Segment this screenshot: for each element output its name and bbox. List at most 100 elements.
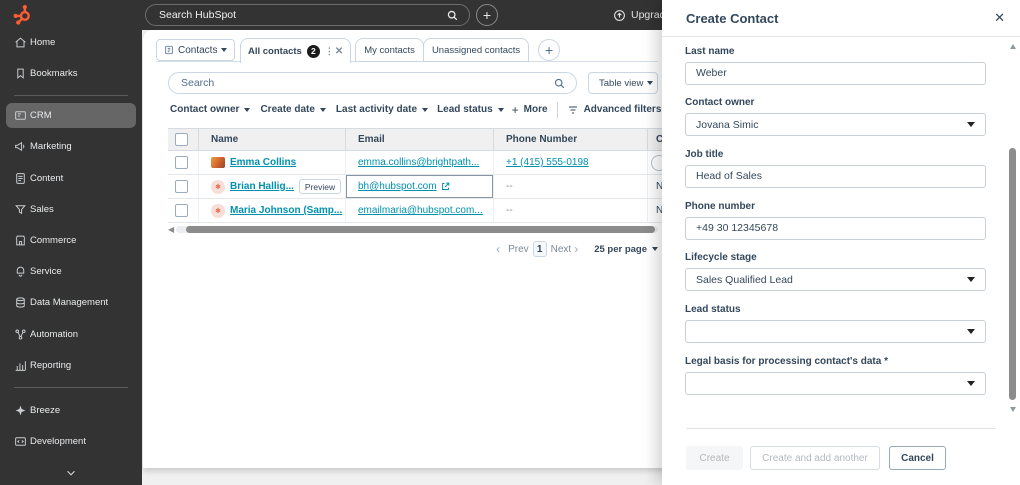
field-label-job-title: Job title [685, 148, 724, 160]
vertical-scrollbar-thumb[interactable] [1009, 148, 1016, 400]
filter-contact-owner[interactable]: Contact owner [170, 104, 251, 115]
avatar: ✱ [211, 179, 225, 194]
sidebar-item-automation[interactable]: Automation [6, 319, 136, 350]
create-button[interactable]: Create [686, 446, 743, 470]
field-label-lifecycle-stage: Lifecycle stage [685, 252, 757, 264]
add-view-button[interactable]: + [538, 39, 561, 61]
external-link-icon [441, 182, 449, 190]
prev-button[interactable]: Prev [508, 244, 529, 255]
filter-lead-status[interactable]: Lead status [437, 104, 504, 115]
last-name-input[interactable]: Weber [685, 61, 986, 85]
chevron-down-icon [652, 247, 658, 251]
database-icon [16, 297, 25, 309]
current-page[interactable]: 1 [532, 241, 547, 257]
row-checkbox[interactable] [175, 156, 188, 169]
vertical-scrollbar[interactable] [1009, 40, 1017, 412]
horizontal-scrollbar-thumb[interactable] [186, 226, 655, 233]
contact-name-link[interactable]: Emma Collins [230, 157, 296, 168]
scroll-down-icon[interactable] [1010, 407, 1016, 412]
table-search-input[interactable]: Search [168, 72, 577, 94]
drawer-close-icon[interactable]: ✕ [994, 10, 1005, 26]
preview-button[interactable]: Preview [298, 179, 342, 194]
bar-chart-icon [15, 360, 26, 371]
lifecycle-stage-select[interactable]: Sales Qualified Lead [685, 268, 986, 292]
table-view-selector[interactable]: Table view [588, 72, 658, 94]
create-contact-drawer: Create Contact ✕ Last name Weber Contact… [662, 0, 1020, 485]
megaphone-icon [15, 142, 25, 152]
filter-last-activity-date[interactable]: Last activity date [336, 104, 429, 115]
contact-email-link[interactable]: emailmaria@hubspot.com... [358, 205, 483, 216]
select-all-checkbox[interactable] [175, 133, 188, 146]
column-header-email[interactable]: Email [345, 129, 493, 150]
sidebar-item-bookmarks[interactable]: Bookmarks [6, 58, 136, 89]
advanced-filters-button[interactable]: Advanced filters [567, 104, 661, 116]
field-label-lead-status: Lead status [685, 303, 741, 315]
chevron-down-icon [497, 107, 504, 112]
collection-selector-button[interactable]: Contacts [156, 39, 236, 61]
prev-chevron-icon[interactable]: ‹ [496, 242, 500, 256]
contact-email-link[interactable]: emma.collins@brightpath... [358, 157, 479, 168]
avatar [211, 157, 225, 168]
crm-icon [15, 111, 26, 121]
sidebar-item-data-management[interactable]: Data Management [6, 287, 136, 318]
job-title-input[interactable]: Head of Sales [685, 164, 986, 188]
scroll-left-icon[interactable]: ◀ [168, 226, 174, 234]
column-header-phone[interactable]: Phone Number [493, 129, 647, 150]
filter-more-button[interactable]: + More [512, 103, 548, 117]
sidebar: Home Bookmarks CRM Marketing Content Sal… [0, 0, 142, 485]
cancel-button[interactable]: Cancel [889, 446, 946, 470]
sidebar-item-breeze[interactable]: Breeze [6, 395, 136, 426]
sidebar-item-sales[interactable]: Sales [6, 194, 136, 225]
sidebar-item-home[interactable]: Home [6, 27, 136, 58]
focused-email-cell[interactable]: bh@hubspot.com [345, 175, 493, 198]
search-icon [554, 78, 565, 88]
create-and-add-another-button[interactable]: Create and add another [750, 446, 880, 470]
workflow-icon [15, 329, 26, 340]
chevron-down-icon [244, 107, 251, 112]
tab-options-icon[interactable]: ⋮ [325, 46, 330, 57]
chevron-down-icon [967, 380, 975, 386]
tab-close-icon[interactable]: ✕ [335, 46, 343, 57]
tab-my-contacts[interactable]: My contacts [355, 38, 424, 62]
horizontal-scrollbar[interactable]: ◀ [168, 226, 658, 234]
home-icon [15, 37, 26, 48]
filter-icon [568, 106, 577, 113]
chevron-down-icon [67, 470, 75, 476]
sidebar-item-service[interactable]: Service [6, 256, 136, 287]
tab-count-badge: 2 [306, 44, 320, 58]
next-chevron-icon[interactable]: › [574, 242, 578, 256]
contact-name-link[interactable]: Maria Johnson (Samp... [230, 205, 342, 216]
field-label-phone-number: Phone number [685, 200, 756, 212]
sidebar-item-content[interactable]: Content [6, 163, 136, 194]
contact-phone-link[interactable]: +1 (415) 555-0198 [506, 157, 589, 168]
next-button[interactable]: Next [551, 244, 572, 255]
chevron-down-icon [221, 48, 228, 52]
chevron-down-icon [647, 81, 654, 85]
sidebar-item-commerce[interactable]: Commerce [6, 225, 136, 256]
tab-all-contacts[interactable]: All contacts 2 ⋮ ✕ [240, 38, 352, 63]
field-label-legal-basis: Legal basis for processing contact's dat… [685, 355, 888, 367]
filter-create-date[interactable]: Create date [260, 104, 326, 115]
contact-owner-select[interactable]: Jovana Simic [685, 113, 986, 137]
sidebar-item-crm[interactable]: CRM [6, 103, 136, 129]
sidebar-collapse-button[interactable] [0, 463, 142, 483]
phone-number-input[interactable]: +49 30 12345678 [685, 216, 986, 240]
sparkle-icon [15, 405, 26, 416]
contact-name-link[interactable]: Brian Hallig... [230, 181, 294, 192]
chevron-down-icon [422, 107, 429, 112]
tab-unassigned-contacts[interactable]: Unassigned contacts [422, 38, 530, 62]
sidebar-item-development[interactable]: Development [6, 426, 136, 457]
lead-status-select[interactable] [685, 319, 986, 343]
row-checkbox[interactable] [175, 180, 188, 193]
sidebar-item-marketing[interactable]: Marketing [6, 131, 136, 162]
legal-basis-select[interactable] [685, 371, 986, 395]
contact-email-link[interactable]: bh@hubspot.com [358, 181, 437, 192]
scroll-up-icon[interactable] [1010, 44, 1016, 49]
per-page-selector[interactable]: 25 per page [594, 244, 658, 255]
sidebar-item-reporting[interactable]: Reporting [6, 350, 136, 381]
field-label-contact-owner: Contact owner [685, 97, 755, 109]
column-header-name[interactable]: Name [198, 129, 345, 150]
avatar: ✱ [211, 203, 225, 218]
drawer-title: Create Contact [686, 10, 779, 26]
row-checkbox[interactable] [175, 204, 188, 217]
